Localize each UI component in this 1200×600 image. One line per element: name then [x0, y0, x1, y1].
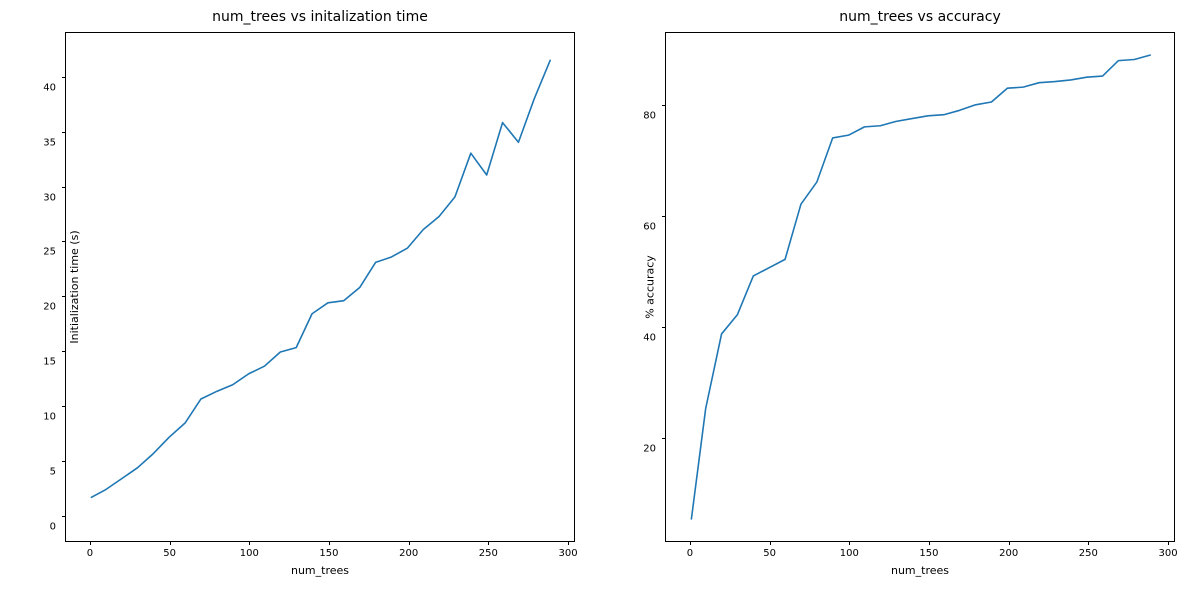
- xtick-mark: [568, 541, 569, 545]
- figure: num_trees vs initalization time num_tree…: [0, 0, 1200, 600]
- ytick-mark: [62, 406, 66, 407]
- ytick-mark: [62, 461, 66, 462]
- ytick-mark: [62, 77, 66, 78]
- xtick-label: 50: [163, 548, 176, 559]
- axes-left: num_trees vs initalization time num_tree…: [65, 32, 575, 542]
- xtick-label: 150: [319, 548, 338, 559]
- xlabel-left: num_trees: [66, 564, 574, 577]
- ytick-mark: [62, 241, 66, 242]
- xlabel-right: num_trees: [666, 564, 1174, 577]
- ytick-label: 25: [43, 247, 56, 258]
- chart-title-left: num_trees vs initalization time: [66, 9, 574, 25]
- ytick-label: 20: [643, 443, 656, 454]
- ytick-mark: [62, 516, 66, 517]
- xtick-label: 200: [999, 548, 1018, 559]
- xtick-mark: [1088, 541, 1089, 545]
- chart-title-right: num_trees vs accuracy: [666, 9, 1174, 25]
- ytick-label: 35: [43, 137, 56, 148]
- ytick-label: 30: [43, 192, 56, 203]
- ytick-label: 10: [43, 411, 56, 422]
- xtick-mark: [690, 541, 691, 545]
- ytick-mark: [62, 296, 66, 297]
- xtick-label: 150: [919, 548, 938, 559]
- xtick-mark: [90, 541, 91, 545]
- xtick-mark: [249, 541, 250, 545]
- ytick-label: 15: [43, 357, 56, 368]
- ytick-mark: [662, 105, 666, 106]
- xtick-label: 300: [558, 548, 577, 559]
- xtick-mark: [1168, 541, 1169, 545]
- xtick-mark: [409, 541, 410, 545]
- xtick-label: 250: [1079, 548, 1098, 559]
- xtick-label: 200: [399, 548, 418, 559]
- ytick-label: 40: [643, 332, 656, 343]
- xtick-mark: [329, 541, 330, 545]
- axes-right: num_trees vs accuracy num_trees % accura…: [665, 32, 1175, 542]
- xtick-mark: [1009, 541, 1010, 545]
- ytick-label: 60: [643, 221, 656, 232]
- xtick-label: 300: [1158, 548, 1177, 559]
- ytick-mark: [62, 351, 66, 352]
- xtick-mark: [770, 541, 771, 545]
- ytick-label: 40: [43, 82, 56, 93]
- xtick-label: 100: [240, 548, 259, 559]
- xtick-mark: [849, 541, 850, 545]
- ytick-label: 20: [43, 302, 56, 313]
- line-series-right: [666, 33, 1174, 541]
- ytick-label: 0: [50, 521, 56, 532]
- ytick-label: 5: [50, 466, 56, 477]
- ytick-mark: [662, 216, 666, 217]
- ytick-label: 80: [643, 111, 656, 122]
- xtick-label: 100: [840, 548, 859, 559]
- ytick-mark: [62, 132, 66, 133]
- xtick-label: 250: [479, 548, 498, 559]
- xtick-mark: [488, 541, 489, 545]
- xtick-label: 0: [87, 548, 93, 559]
- ytick-mark: [62, 187, 66, 188]
- ytick-mark: [662, 438, 666, 439]
- line-series-left: [66, 33, 574, 541]
- xtick-mark: [929, 541, 930, 545]
- xtick-label: 0: [687, 548, 693, 559]
- ytick-mark: [662, 327, 666, 328]
- ylabel-right: % accuracy: [643, 255, 656, 319]
- xtick-mark: [170, 541, 171, 545]
- xtick-label: 50: [763, 548, 776, 559]
